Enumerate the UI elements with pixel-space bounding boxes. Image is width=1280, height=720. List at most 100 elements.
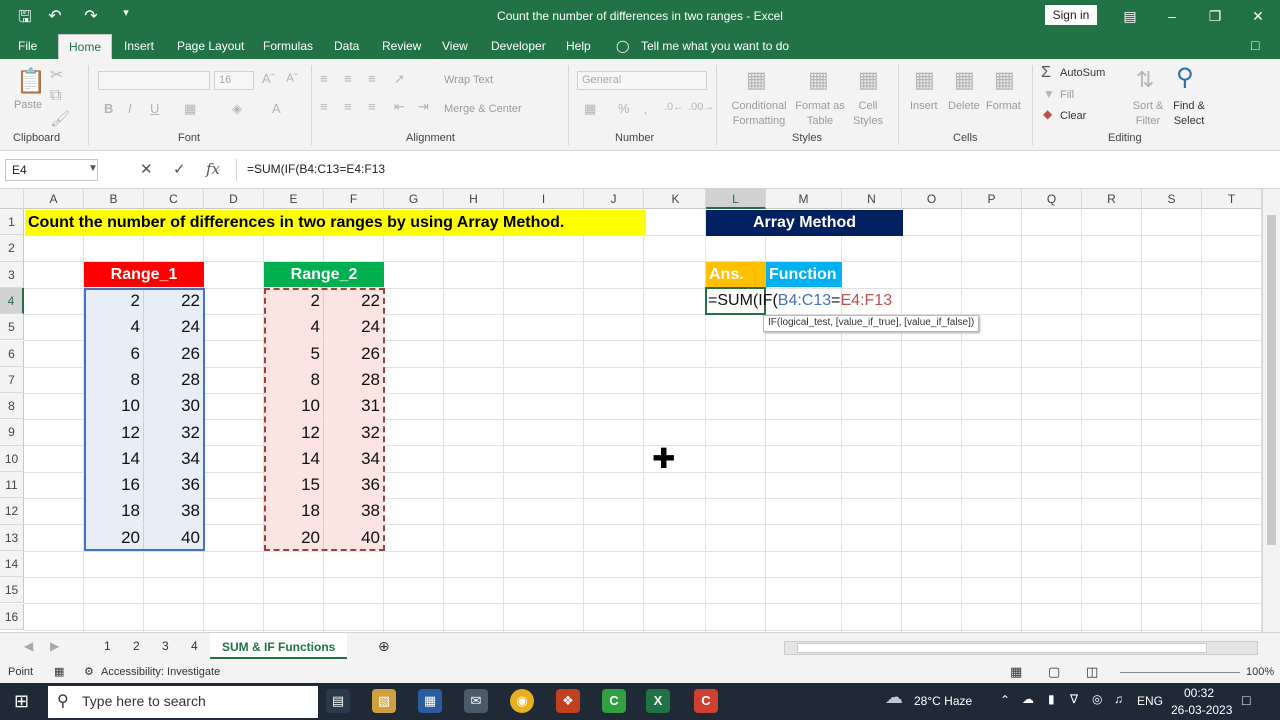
center-icon[interactable]: ≡	[344, 99, 352, 114]
minimize-icon[interactable]: –	[1157, 5, 1187, 27]
tab-insert[interactable]: Insert	[124, 39, 154, 53]
sheet-tab-1[interactable]: 1	[104, 639, 111, 653]
row-header-5[interactable]: 5	[0, 314, 24, 341]
tab-developer[interactable]: Developer	[491, 39, 546, 53]
vertical-scrollbar[interactable]	[1262, 189, 1280, 632]
borders-icon[interactable]: ▦	[184, 101, 196, 117]
normal-view-icon[interactable]: ▦	[1010, 664, 1022, 680]
chrome-icon[interactable]: ◉	[510, 689, 534, 713]
cut-icon[interactable]: ✂	[50, 65, 63, 85]
row-header-13[interactable]: 13	[0, 524, 24, 551]
sheet-tab-4[interactable]: 4	[191, 639, 198, 653]
paste-icon[interactable]: 📋	[16, 67, 46, 96]
wrap-text-button[interactable]: Wrap Text	[444, 74, 493, 86]
middle-align-icon[interactable]: ≡	[344, 71, 352, 86]
row-header-12[interactable]: 12	[0, 498, 24, 525]
page-layout-icon[interactable]: ▢	[1048, 664, 1060, 680]
column-header-h[interactable]: H	[444, 189, 504, 209]
column-header-s[interactable]: S	[1142, 189, 1202, 209]
name-box[interactable]: E4	[5, 159, 98, 181]
notifications-icon[interactable]: □	[1242, 692, 1250, 708]
decrease-font-icon[interactable]: Aˇ	[286, 71, 298, 85]
tab-review[interactable]: Review	[382, 39, 421, 53]
font-name-combo[interactable]	[98, 71, 210, 90]
column-header-t[interactable]: T	[1202, 189, 1262, 209]
orientation-icon[interactable]: ➚	[394, 71, 405, 87]
column-header-m[interactable]: M	[766, 189, 842, 209]
sheet-tab-3[interactable]: 3	[162, 639, 169, 653]
column-header-q[interactable]: Q	[1022, 189, 1082, 209]
range1-header[interactable]: Range_1	[84, 262, 204, 287]
file-explorer-icon[interactable]: ▧	[372, 689, 396, 713]
macro-record-icon[interactable]: ▦	[54, 665, 64, 678]
copy-icon[interactable]: ⧉	[50, 87, 61, 105]
top-align-icon[interactable]: ≡	[320, 71, 328, 86]
bold-icon[interactable]: B	[104, 101, 113, 116]
autosum-icon[interactable]: Σ	[1041, 64, 1051, 82]
sheet-tab-sum-if[interactable]: SUM & IF Functions	[210, 633, 348, 659]
array-method-header[interactable]: Array Method	[706, 210, 903, 236]
column-header-a[interactable]: A	[24, 189, 84, 209]
tell-me-search[interactable]: Tell me what you want to do	[641, 39, 789, 53]
row-header-3[interactable]: 3	[0, 261, 24, 288]
insert-cells-button[interactable]: Insert	[910, 100, 938, 112]
horizontal-scroll-thumb[interactable]	[797, 643, 1207, 653]
accounting-format-icon[interactable]: ▦	[584, 101, 596, 117]
decrease-decimal-icon[interactable]: .00→	[688, 101, 714, 113]
column-header-c[interactable]: C	[144, 189, 204, 209]
camtasia-recorder-icon[interactable]: C	[694, 689, 718, 713]
select-all-corner[interactable]	[0, 189, 24, 209]
row-header-16[interactable]: 16	[0, 603, 24, 630]
wifi-icon[interactable]: ◎	[1092, 692, 1102, 706]
sign-in-button[interactable]: Sign in	[1045, 5, 1097, 25]
store-icon[interactable]: ▦	[418, 689, 442, 713]
number-format-combo[interactable]: General	[577, 71, 707, 90]
comma-style-icon[interactable]: ‚	[644, 101, 647, 116]
clear-button[interactable]: Clear	[1060, 110, 1086, 122]
cell-styles-icon[interactable]: ▦	[858, 67, 879, 93]
bluetooth-icon[interactable]: ∇	[1070, 692, 1078, 706]
column-header-b[interactable]: B	[84, 189, 144, 209]
conditional-formatting-icon[interactable]: ▦	[746, 67, 767, 93]
camtasia-icon[interactable]: C	[602, 689, 626, 713]
app-icon[interactable]: ❖	[556, 689, 580, 713]
column-header-e[interactable]: E	[264, 189, 324, 209]
tab-data[interactable]: Data	[334, 39, 359, 53]
tab-view[interactable]: View	[442, 39, 468, 53]
prev-sheet-icon[interactable]: ◀	[24, 639, 33, 653]
increase-decimal-icon[interactable]: .0←	[664, 101, 684, 113]
format-as-table-button[interactable]: Format as Table	[794, 99, 846, 129]
align-left-icon[interactable]: ≡	[320, 99, 328, 114]
increase-indent-icon[interactable]: ⇥	[418, 99, 429, 115]
zoom-level[interactable]: 100%	[1246, 666, 1274, 678]
zoom-slider[interactable]	[1120, 672, 1240, 673]
row-header-11[interactable]: 11	[0, 472, 24, 499]
taskbar-search[interactable]: ⚲ Type here to search	[48, 686, 318, 718]
delete-cells-button[interactable]: Delete	[948, 100, 980, 112]
row-header-10[interactable]: 10	[0, 445, 24, 472]
merge-center-button[interactable]: Merge & Center	[444, 103, 522, 115]
format-cells-button[interactable]: Format	[986, 100, 1021, 112]
worksheet-grid[interactable]: ABCDEFGHIJKLMNOPQRST 1 2 3 4 5 6 7 8 9 10 11 12 13 14…	[0, 189, 1262, 632]
paste-button[interactable]: Paste	[14, 99, 42, 111]
column-header-r[interactable]: R	[1082, 189, 1142, 209]
font-color-icon[interactable]: A	[272, 101, 281, 116]
row-header-8[interactable]: 8	[0, 393, 24, 420]
clear-icon[interactable]: ◆	[1043, 107, 1052, 121]
ans-label[interactable]: Ans.	[706, 262, 766, 287]
column-header-l[interactable]: L	[706, 189, 766, 209]
insert-function-icon[interactable]: fx	[206, 160, 220, 178]
find-select-button[interactable]: Find & Select	[1166, 99, 1212, 129]
tab-help[interactable]: Help	[566, 39, 591, 53]
task-view-icon[interactable]: ▤	[326, 689, 350, 713]
tab-formulas[interactable]: Formulas	[263, 39, 313, 53]
function-label[interactable]: Function	[766, 262, 842, 287]
sheet-title-banner[interactable]: Count the number of differences in two r…	[25, 210, 646, 236]
row-header-6[interactable]: 6	[0, 340, 24, 367]
clock-date[interactable]: 26-03-2023	[1171, 703, 1232, 717]
column-header-n[interactable]: N	[842, 189, 902, 209]
delete-cells-icon[interactable]: ▦	[954, 67, 975, 93]
fill-icon[interactable]: ▼	[1043, 87, 1055, 101]
accessibility-status[interactable]: Accessibility: Investigate	[101, 666, 220, 678]
column-header-k[interactable]: K	[646, 189, 706, 209]
